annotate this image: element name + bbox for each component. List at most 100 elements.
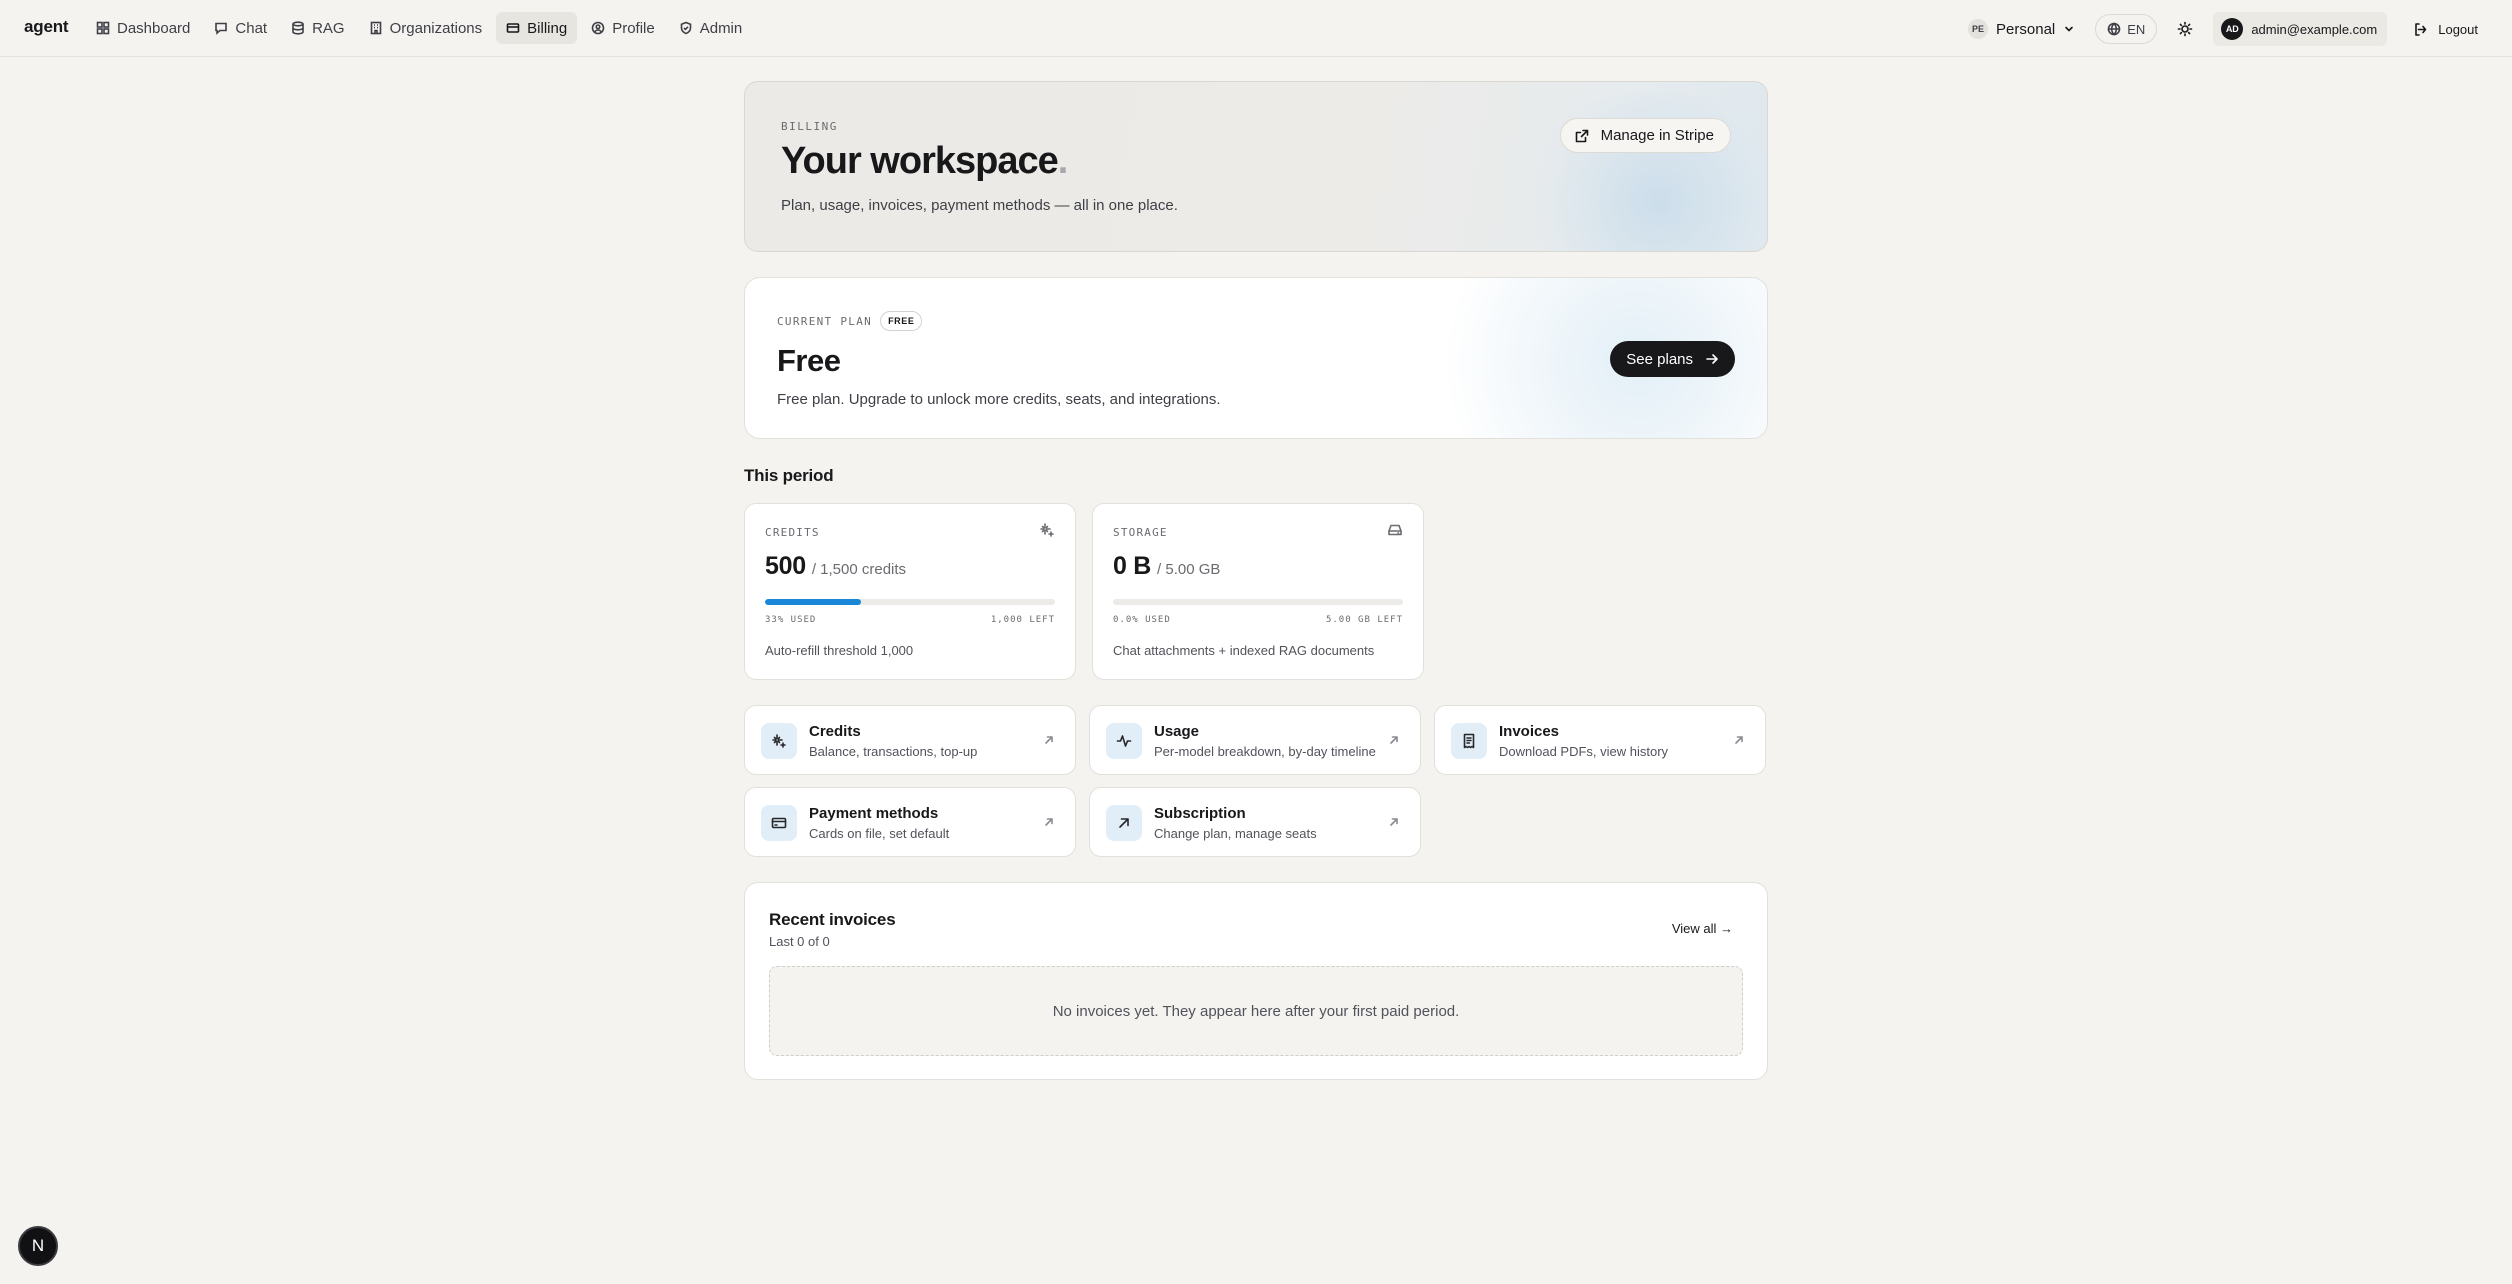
card-icon [506, 23, 520, 33]
nav-dashboard[interactable]: Dashboard [86, 12, 200, 44]
invoices-link-title: Invoices [1499, 723, 1560, 740]
header-controls: PE Personal EN AD admin@example.com Logo… [1960, 12, 2488, 46]
page-title: Your workspace. [781, 140, 1068, 183]
main-nav: Dashboard Chat RAG Organizations Billing… [86, 12, 752, 44]
arrow-up-right-icon [1045, 736, 1053, 744]
workspace-name: Personal [1996, 20, 2056, 38]
language-switcher[interactable]: EN [2095, 14, 2158, 44]
recent-invoices-count: Last 0 of 0 [769, 934, 830, 949]
see-plans-button[interactable]: See plans [1610, 341, 1735, 377]
database-icon [292, 21, 304, 35]
grid-icon [96, 21, 110, 35]
storage-left-label: 5.00 GB LEFT [1325, 615, 1403, 625]
logout-button[interactable]: Logout [2403, 13, 2488, 45]
credits-value-row: 500 / 1,500 credits [765, 552, 906, 581]
logout-icon [2415, 22, 2427, 36]
user-menu[interactable]: AD admin@example.com [2213, 12, 2388, 46]
billing-hero: BILLING Your workspace. Plan, usage, inv… [744, 81, 1768, 252]
storage-total: / 5.00 GB [1157, 561, 1221, 578]
usage-link-title: Usage [1154, 723, 1200, 740]
invoices-link-icon-tile [1451, 723, 1487, 759]
language-label: EN [2127, 21, 2146, 37]
current-plan-card: CURRENT PLAN FREE Free Free plan. Upgrad… [744, 277, 1768, 439]
workspace-switcher[interactable]: PE Personal [1960, 13, 2083, 45]
credits-progress-fill [765, 599, 861, 605]
nav-rag-label: RAG [312, 19, 345, 37]
nav-chat-label: Chat [235, 19, 268, 37]
arrow-up-right-icon [1735, 736, 1743, 744]
theme-toggle[interactable] [2169, 13, 2201, 45]
user-email: admin@example.com [2251, 21, 2378, 37]
storage-metric-card: STORAGE 0 B / 5.00 GB 0.0% USED 5.00 GB … [1092, 503, 1424, 680]
invoices-link-card[interactable]: Invoices Download PDFs, view history [1434, 705, 1766, 775]
storage-used-label: 0.0% USED [1113, 615, 1171, 625]
nav-billing[interactable]: Billing [496, 12, 578, 44]
subscription-link-subtitle: Change plan, manage seats [1154, 826, 1317, 841]
external-link-icon [1575, 129, 1588, 142]
nav-admin-label: Admin [699, 19, 743, 37]
page-title-text: Your workspace [781, 140, 1059, 182]
plan-name: Free [777, 343, 841, 378]
nav-billing-label: Billing [527, 19, 568, 37]
shield-icon [680, 21, 692, 35]
logout-label: Logout [2438, 21, 2478, 37]
usage-link-subtitle: Per-model breakdown, by-day timeline [1154, 744, 1376, 759]
recent-invoices-card: Recent invoices Last 0 of 0 View all → N… [744, 882, 1768, 1080]
chevron-down-icon [2065, 26, 2074, 32]
see-plans-label: See plans [1626, 350, 1693, 368]
credit-card-icon [771, 817, 787, 829]
arrow-up-right-icon [1390, 818, 1398, 826]
this-period-heading: This period [744, 466, 834, 485]
building-icon [370, 21, 381, 35]
billing-page: BILLING Your workspace. Plan, usage, inv… [744, 81, 1768, 1080]
recent-invoices-title: Recent invoices [769, 910, 896, 929]
subscription-link-icon-tile [1106, 805, 1142, 841]
usage-link-card[interactable]: Usage Per-model breakdown, by-day timeli… [1089, 705, 1421, 775]
billing-links-grid: Credits Balance, transactions, top-up Us… [744, 705, 1768, 857]
hero-subtitle: Plan, usage, invoices, payment methods —… [781, 197, 1178, 214]
subscription-link-card[interactable]: Subscription Change plan, manage seats [1089, 787, 1421, 857]
hero-glow [1507, 91, 1767, 251]
credits-link-card[interactable]: Credits Balance, transactions, top-up [744, 705, 1076, 775]
subscription-link-title: Subscription [1154, 805, 1246, 822]
plan-label-row: CURRENT PLAN FREE [777, 311, 923, 331]
storage-footnote: Chat attachments + indexed RAG documents [1113, 643, 1375, 658]
current-plan-label: CURRENT PLAN [777, 314, 873, 328]
nav-chat[interactable]: Chat [204, 12, 277, 44]
manage-in-stripe-button[interactable]: Manage in Stripe [1559, 118, 1731, 153]
workspace-avatar: PE [1968, 19, 1989, 39]
activity-icon [1116, 735, 1132, 747]
globe-icon [2107, 22, 2121, 36]
user-circle-icon [591, 21, 605, 35]
credits-link-title: Credits [809, 723, 861, 740]
payment-methods-link-card[interactable]: Payment methods Cards on file, set defau… [744, 787, 1076, 857]
plan-description: Free plan. Upgrade to unlock more credit… [777, 391, 1221, 408]
arrow-up-right-icon [1119, 818, 1129, 828]
credits-used-label: 33% USED [765, 615, 817, 625]
nav-admin[interactable]: Admin [669, 12, 753, 44]
top-navigation-bar: agent Dashboard Chat RAG Organizations B… [0, 0, 2512, 57]
sparkle-icon [772, 734, 786, 748]
sparkle-icon [1040, 523, 1054, 537]
storage-bar-captions: 0.0% USED 5.00 GB LEFT [1113, 615, 1403, 625]
usage-link-icon-tile [1106, 723, 1142, 759]
nav-organizations[interactable]: Organizations [359, 12, 493, 44]
arrow-up-right-icon [1045, 818, 1053, 826]
credits-left-label: 1,000 LEFT [990, 615, 1055, 625]
view-all-invoices-link[interactable]: View all → [1672, 921, 1733, 936]
credits-label: CREDITS [765, 526, 820, 539]
nav-rag[interactable]: RAG [281, 12, 355, 44]
storage-label: STORAGE [1113, 526, 1168, 539]
brand-logo[interactable]: agent [24, 17, 69, 37]
credits-link-icon-tile [761, 723, 797, 759]
storage-value: 0 B [1113, 552, 1152, 580]
hero-eyebrow: BILLING [781, 120, 838, 133]
receipt-icon [1463, 733, 1475, 749]
nav-profile[interactable]: Profile [581, 12, 665, 44]
period-metrics: CREDITS 500 / 1,500 credits 33% USED 1,0… [744, 503, 1768, 680]
nav-dashboard-label: Dashboard [117, 19, 191, 37]
hard-drive-icon [1388, 524, 1402, 536]
user-avatar: AD [2221, 18, 2244, 40]
nav-organizations-label: Organizations [389, 19, 483, 37]
dev-tools-badge[interactable]: N [18, 1226, 58, 1266]
